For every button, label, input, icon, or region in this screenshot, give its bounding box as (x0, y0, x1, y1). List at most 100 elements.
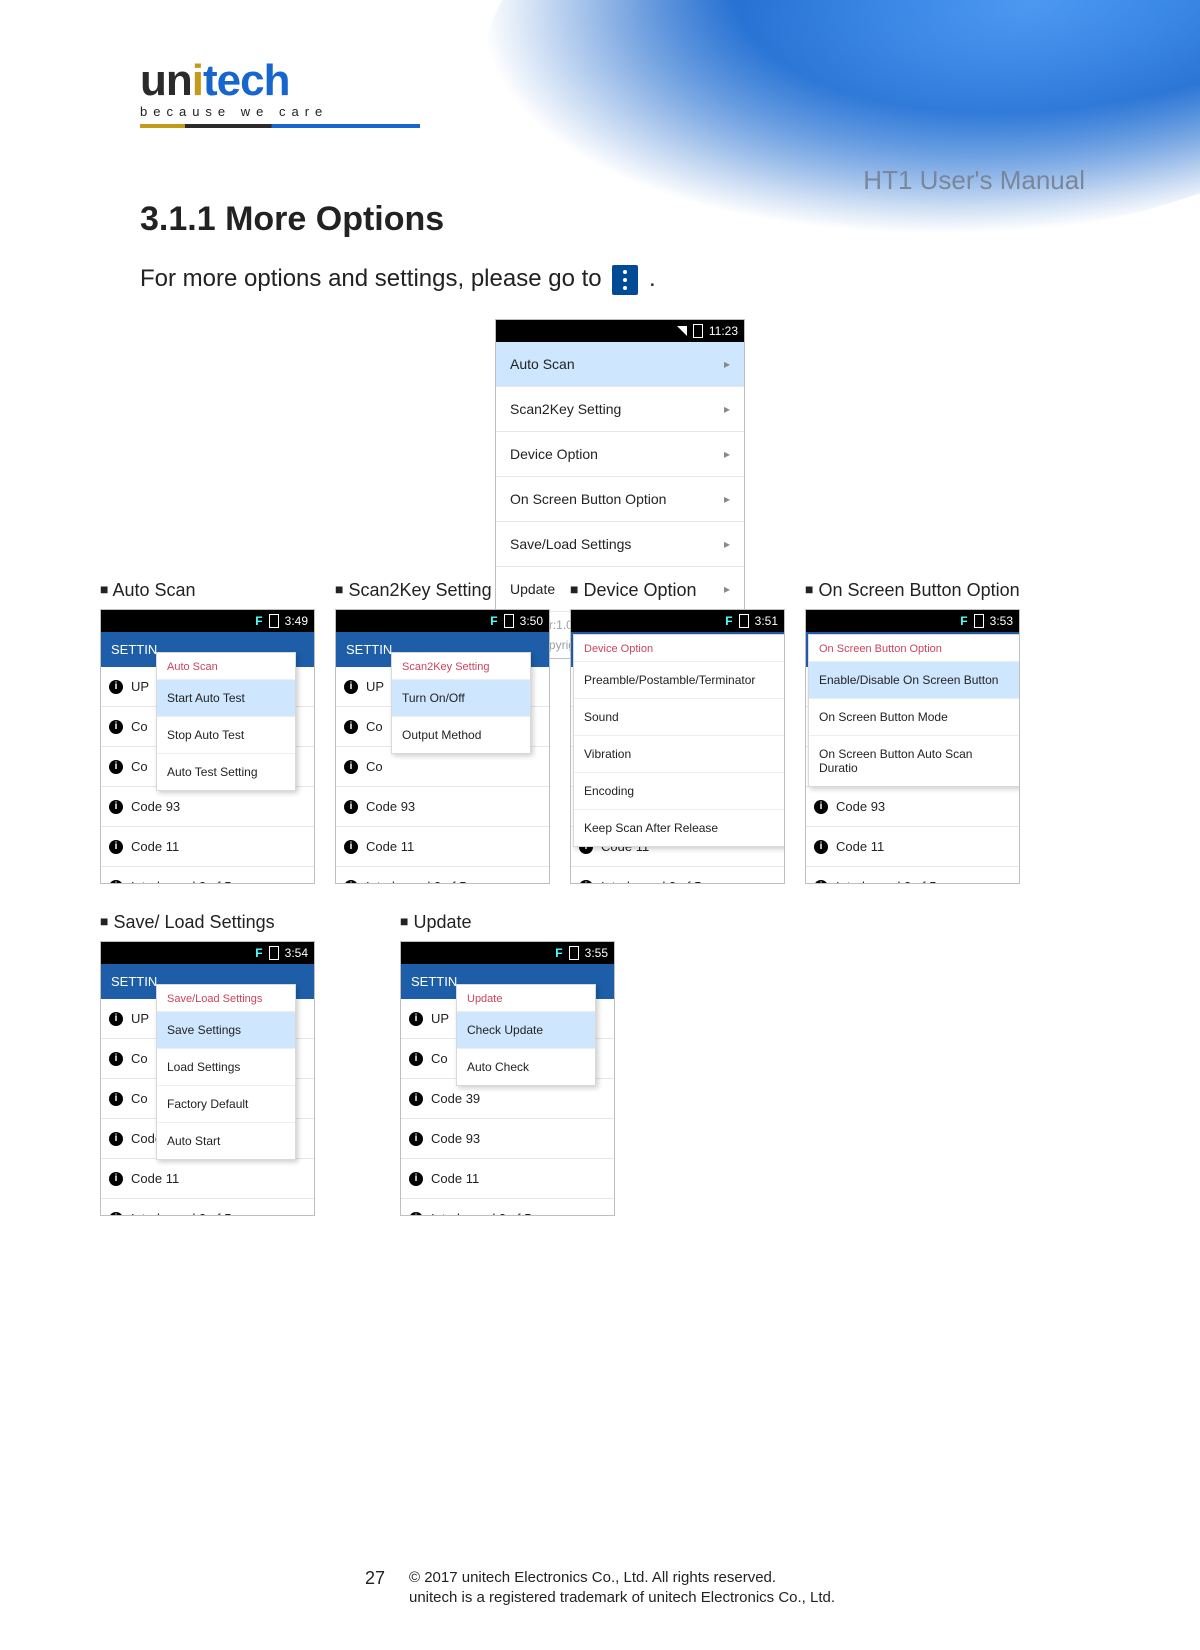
main-menu-item[interactable]: Scan2Key Setting▸ (496, 387, 744, 432)
footer-note: © 2017 unitech Electronics Co., Ltd. All… (409, 1568, 835, 1609)
info-icon: i (814, 880, 828, 885)
bg-list-item[interactable]: iCode 11 (806, 827, 1019, 867)
popup-item[interactable]: Encoding (574, 772, 784, 809)
popup-item[interactable]: Turn On/Off (392, 679, 530, 716)
bg-list-label: Code 11 (131, 1171, 179, 1186)
bg-list-label: Code 11 (131, 839, 179, 854)
bg-list-label: Co (131, 759, 148, 774)
status-f-icon: F (725, 614, 732, 628)
status-time: 3:49 (285, 614, 308, 628)
info-icon: i (814, 800, 828, 814)
cap-device-option: ■ Device Option (570, 580, 785, 601)
popup-panel: Auto ScanStart Auto TestStop Auto TestAu… (156, 652, 296, 791)
phone-update: F3:55SETTINiUPiCoiCode 39iCode 93iCode 1… (400, 941, 615, 1216)
popup-title: On Screen Button Option (809, 635, 1019, 661)
chevron-right-icon: ▸ (724, 492, 730, 506)
chevron-right-icon: ▸ (724, 447, 730, 461)
popup-item[interactable]: Preamble/Postamble/Terminator (574, 661, 784, 698)
popup-item[interactable]: Output Method (392, 716, 530, 753)
bg-list-item[interactable]: iInterleaved 2 of 5 (571, 867, 784, 884)
bg-list-label: Co (431, 1051, 448, 1066)
popup-item[interactable]: On Screen Button Auto Scan Duratio (809, 735, 1019, 786)
info-icon: i (344, 800, 358, 814)
bg-list-label: Interleaved 2 of 5 (836, 879, 936, 884)
cap-osb: ■ On Screen Button Option (805, 580, 1020, 601)
bg-list-label: Code 93 (431, 1131, 480, 1146)
status-f-icon: F (255, 946, 262, 960)
popup-item[interactable]: Keep Scan After Release (574, 809, 784, 846)
popup-item[interactable]: Factory Default (157, 1085, 295, 1122)
bg-list-item[interactable]: iCode 93 (401, 1119, 614, 1159)
info-icon: i (409, 1052, 423, 1066)
battery-icon (269, 946, 279, 960)
status-f-icon: F (960, 614, 967, 628)
popup-item[interactable]: Load Settings (157, 1048, 295, 1085)
popup-title: Scan2Key Setting (392, 653, 530, 679)
popup-title: Auto Scan (157, 653, 295, 679)
popup-item[interactable]: Sound (574, 698, 784, 735)
bg-list-label: Code 93 (366, 799, 415, 814)
screenshot-grid: ■ Auto Scan F3:49SETTINiUPiCoiCoiCode 93… (100, 580, 1195, 1216)
signal-icon (677, 326, 687, 336)
status-time: 3:51 (755, 614, 778, 628)
popup-item[interactable]: Auto Test Setting (157, 753, 295, 790)
bg-list-label: Code 11 (836, 839, 884, 854)
info-icon: i (409, 1092, 423, 1106)
popup-item[interactable]: Stop Auto Test (157, 716, 295, 753)
bg-list-item[interactable]: iCode 11 (336, 827, 549, 867)
bg-list-label: Interleaved 2 of 5 (366, 879, 466, 884)
chevron-right-icon: ▸ (724, 537, 730, 551)
bg-list-label: Code 93 (131, 799, 180, 814)
bg-list-item[interactable]: iCode 11 (401, 1159, 614, 1199)
battery-icon (504, 614, 514, 628)
bg-list-item[interactable]: iInterleaved 2 of 5 (101, 867, 314, 884)
bg-list-item[interactable]: iCode 93 (806, 787, 1019, 827)
info-icon: i (409, 1212, 423, 1217)
popup-item[interactable]: Auto Start (157, 1122, 295, 1159)
bg-list-item[interactable]: iCode 11 (101, 1159, 314, 1199)
popup-item[interactable]: On Screen Button Mode (809, 698, 1019, 735)
bg-list-label: Interleaved 2 of 5 (601, 879, 701, 884)
bg-list-label: Code 39 (431, 1091, 480, 1106)
logo-post: tech (203, 56, 289, 105)
popup-panel: Device OptionPreamble/Postamble/Terminat… (573, 634, 785, 847)
section-heading: 3.1.1 More Options (140, 200, 1100, 239)
bg-list-item[interactable]: iInterleaved 2 of 5 (101, 1199, 314, 1216)
phone-osb: F3:53SETTINiUPiCoiCoiCode 93iCode 11iInt… (805, 609, 1020, 884)
popup-item[interactable]: Enable/Disable On Screen Button (809, 661, 1019, 698)
popup-item[interactable]: Vibration (574, 735, 784, 772)
main-menu-item[interactable]: Save/Load Settings▸ (496, 522, 744, 567)
logo-tagline: because we care (140, 104, 420, 119)
popup-item[interactable]: Start Auto Test (157, 679, 295, 716)
popup-panel: On Screen Button OptionEnable/Disable On… (808, 634, 1020, 787)
info-icon: i (109, 1212, 123, 1217)
popup-item[interactable]: Auto Check (457, 1048, 595, 1085)
bg-list-item[interactable]: iInterleaved 2 of 5 (336, 867, 549, 884)
more-icon (612, 265, 638, 295)
info-icon: i (109, 800, 123, 814)
bg-list-item[interactable]: i Code 93 (101, 787, 314, 827)
info-icon: i (344, 680, 358, 694)
bg-list-item[interactable]: i Code 93 (336, 787, 549, 827)
status-bar: F 3:53 (806, 610, 1019, 632)
bg-list-item[interactable]: iInterleaved 2 of 5 (401, 1199, 614, 1216)
cap-save-load: ■ Save/ Load Settings (100, 912, 315, 933)
info-icon: i (109, 1012, 123, 1026)
main-menu-item[interactable]: On Screen Button Option▸ (496, 477, 744, 522)
info-icon: i (109, 1132, 123, 1146)
main-menu-item[interactable]: Auto Scan▸ (496, 342, 744, 387)
main-menu-item-label: Auto Scan (510, 356, 575, 372)
logo-dot: i (192, 56, 203, 105)
bg-list-item[interactable]: i Interleaved 2 of 5 (806, 867, 1019, 884)
lead-pre: For more options and settings, please go… (140, 265, 608, 292)
status-f-icon: F (555, 946, 562, 960)
popup-item[interactable]: Check Update (457, 1011, 595, 1048)
cap-update: ■ Update (400, 912, 615, 933)
popup-item[interactable]: Save Settings (157, 1011, 295, 1048)
main-menu-item[interactable]: Device Option▸ (496, 432, 744, 477)
bg-list-item[interactable]: iCode 11 (101, 827, 314, 867)
popup-title: Save/Load Settings (157, 985, 295, 1011)
lead-text: For more options and settings, please go… (140, 263, 1100, 295)
info-icon: i (409, 1172, 423, 1186)
status-time: 3:53 (990, 614, 1013, 628)
